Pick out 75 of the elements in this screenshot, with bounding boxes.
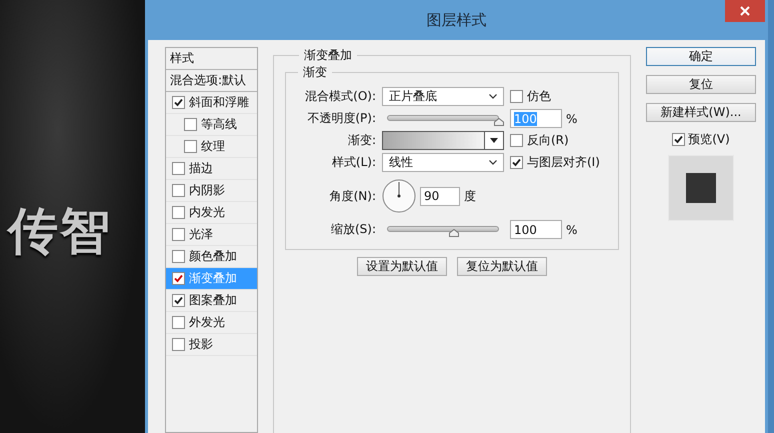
close-icon	[740, 6, 750, 16]
close-button[interactable]	[725, 0, 765, 22]
style-label: 纹理	[201, 138, 225, 155]
unit-label: 度	[464, 188, 476, 204]
style-list-item[interactable]: 纹理	[166, 136, 257, 158]
style-label: 外发光	[189, 314, 225, 331]
style-label: 颜色叠加	[189, 248, 237, 265]
checkbox-label: 与图层对齐(I)	[527, 154, 600, 171]
dialog-button[interactable]: 确定	[646, 47, 756, 66]
panel-button[interactable]: 设置为默认值	[357, 257, 447, 276]
style-list-header[interactable]: 样式	[166, 48, 257, 70]
blend-mode-dropdown[interactable]: 正片叠底	[382, 87, 504, 106]
checkbox-label: 仿色	[527, 88, 551, 105]
triangle-down-icon	[490, 138, 498, 143]
field-label: 缩放(S):	[330, 221, 376, 238]
gradient-picker[interactable]	[382, 131, 504, 150]
checkbox[interactable]	[172, 162, 185, 175]
style-label: 投影	[189, 336, 213, 353]
field-label: 渐变:	[346, 132, 376, 149]
checkbox[interactable]	[184, 140, 197, 153]
checkbox[interactable]	[172, 96, 185, 109]
group-title: 渐变	[302, 64, 328, 81]
field-label: 混合模式(O):	[304, 88, 376, 105]
checkbox-label: 预览(V)	[688, 131, 730, 148]
checkbox[interactable]	[172, 316, 185, 329]
style-list-item[interactable]: 投影	[166, 334, 257, 356]
checkbox[interactable]	[172, 250, 185, 263]
unit-label: %	[566, 112, 578, 126]
field-label: 不透明度(P):	[306, 110, 376, 127]
style-label: 内阴影	[189, 182, 225, 199]
style-label: 等高线	[201, 116, 237, 133]
dialog-button[interactable]: 新建样式(W)...	[646, 103, 756, 122]
angle-field[interactable]: 90	[420, 186, 460, 206]
chevron-down-icon	[489, 160, 497, 165]
style-list-item[interactable]: 斜面和浮雕	[166, 92, 257, 114]
style-list-item[interactable]: 内发光	[166, 202, 257, 224]
style-label: 图案叠加	[189, 292, 237, 309]
style-label: 描边	[189, 160, 213, 177]
checkbox[interactable]	[172, 338, 185, 351]
style-list-item[interactable]: 等高线	[166, 114, 257, 136]
style-label: 内发光	[189, 204, 225, 221]
style-list-item[interactable]: 图案叠加	[166, 290, 257, 312]
checkbox[interactable]	[172, 294, 185, 307]
slider-thumb[interactable]	[494, 118, 504, 126]
checkbox[interactable]	[172, 272, 185, 285]
style-list-header[interactable]: 混合选项:默认	[166, 70, 257, 92]
style-preview	[668, 155, 734, 221]
checkbox[interactable]	[172, 206, 185, 219]
checkbox-label: 反向(R)	[527, 132, 569, 149]
panel-button[interactable]: 复位为默认值	[457, 257, 547, 276]
checkbox[interactable]	[172, 184, 185, 197]
canvas-text: 传智	[8, 201, 112, 262]
field-label: 角度(N):	[328, 188, 376, 204]
checkbox[interactable]	[184, 118, 197, 131]
style-label: 光泽	[189, 226, 213, 243]
checkbox[interactable]	[172, 228, 185, 241]
style-label: 渐变叠加	[189, 270, 237, 287]
scale-field[interactable]: 100	[510, 220, 562, 239]
window-title: 图层样式	[426, 10, 486, 30]
unit-label: %	[566, 222, 578, 236]
field-label: 样式(L):	[330, 154, 376, 171]
angle-dial[interactable]	[382, 179, 416, 213]
checkbox[interactable]	[672, 133, 686, 146]
checkbox[interactable]	[510, 134, 523, 147]
chevron-down-icon	[489, 94, 497, 99]
style-label: 斜面和浮雕	[189, 94, 249, 111]
style-list-item[interactable]: 光泽	[166, 224, 257, 246]
style-list-item[interactable]: 内阴影	[166, 180, 257, 202]
section-title: 渐变叠加	[303, 47, 353, 64]
dialog-button[interactable]: 复位	[646, 75, 756, 94]
checkbox[interactable]	[510, 90, 523, 103]
checkbox[interactable]	[510, 156, 523, 169]
style-list-item[interactable]: 描边	[166, 158, 257, 180]
style-list-item[interactable]: 外发光	[166, 312, 257, 334]
style-dropdown[interactable]: 线性	[382, 153, 504, 172]
